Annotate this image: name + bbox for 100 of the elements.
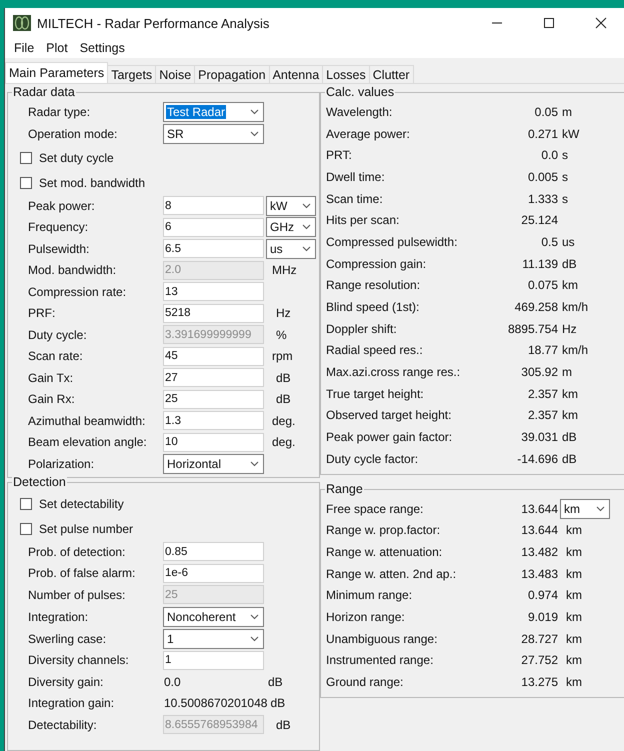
dropdown[interactable]: Test Radar xyxy=(163,102,264,122)
value-label: Dwell time: xyxy=(326,170,386,184)
value-label: Ground range: xyxy=(326,675,404,690)
unit-label: s xyxy=(561,192,568,206)
value-text: 13.644 xyxy=(520,523,558,538)
value-text: 18.77 xyxy=(526,343,558,358)
input-field[interactable]: 45 xyxy=(163,346,264,366)
menu-item[interactable]: Settings xyxy=(74,41,130,55)
input-field[interactable]: 1.3 xyxy=(163,411,264,430)
unit-dropdown[interactable]: kW xyxy=(266,196,316,216)
unit-label: dB xyxy=(270,696,286,710)
unit-label: km xyxy=(565,632,582,646)
dropdown[interactable]: Noncoherent xyxy=(163,606,264,626)
value-text: 0.005 xyxy=(526,170,558,184)
field-label: Polarization: xyxy=(28,457,96,471)
value-label: Average power: xyxy=(326,126,411,141)
field-label: Integration: xyxy=(28,610,90,624)
menu-item[interactable]: Plot xyxy=(41,41,73,55)
unit-label: km xyxy=(565,523,582,538)
checkbox[interactable] xyxy=(20,152,32,164)
tab[interactable]: Clutter xyxy=(368,65,414,83)
tab[interactable]: Propagation xyxy=(194,65,270,83)
unit-label: km xyxy=(565,544,582,559)
value-text: 0.05 xyxy=(534,104,558,119)
input-field[interactable]: 1e-6 xyxy=(163,564,264,583)
maximize-icon xyxy=(543,17,555,29)
input-field[interactable]: 13 xyxy=(163,282,264,302)
chevron-down-icon xyxy=(250,109,259,115)
unit-label: km/h xyxy=(561,343,588,358)
value-label: Hits per scan: xyxy=(326,213,400,228)
checkbox[interactable] xyxy=(20,176,32,188)
unit-label: km xyxy=(565,675,582,690)
field-label: Radar type: xyxy=(28,105,92,119)
chevron-down-icon xyxy=(596,506,605,512)
unit-text: km xyxy=(563,502,581,516)
unit-label: s xyxy=(561,170,568,184)
dropdown[interactable]: 1 xyxy=(163,628,264,648)
value-text: 2.357 xyxy=(526,386,558,401)
field-label: Azimuthal beamwidth: xyxy=(28,414,146,428)
value-label: Scan time: xyxy=(326,192,384,206)
unit-label: dB xyxy=(275,370,291,385)
unit-text: kW xyxy=(269,198,288,213)
field-label: Scan rate: xyxy=(28,349,84,364)
field-label: Mod. bandwidth: xyxy=(28,263,118,278)
value-text: 28.727 xyxy=(520,632,558,646)
checkbox[interactable] xyxy=(20,522,32,534)
value-text: 27.752 xyxy=(520,653,558,668)
unit-label: m xyxy=(561,365,572,380)
unit-label: s xyxy=(561,148,568,162)
value-label: Unambiguous range: xyxy=(326,632,438,646)
close-icon xyxy=(595,17,607,29)
input-field[interactable]: 5218 xyxy=(163,304,264,323)
input-field[interactable]: 27 xyxy=(163,368,264,388)
input-field[interactable]: 6.5 xyxy=(163,239,264,258)
value-label: Range w. atten. 2nd ap.: xyxy=(326,566,458,581)
dropdown[interactable]: SR xyxy=(163,124,264,144)
input-field[interactable]: 8 xyxy=(163,196,264,216)
value-text: 13.275 xyxy=(520,675,558,690)
field-label: Swerling case: xyxy=(28,632,108,646)
unit-label: dB xyxy=(561,430,577,444)
unit-label: dB xyxy=(561,256,577,271)
input-field[interactable]: 10 xyxy=(163,432,264,452)
unit-label: deg. xyxy=(271,414,296,428)
value-text: 9.019 xyxy=(526,610,558,624)
value-text: 13.482 xyxy=(520,544,558,559)
value-label: Duty cycle factor: xyxy=(326,452,420,466)
value-text: 2.357 xyxy=(526,408,558,422)
unit-dropdown[interactable]: us xyxy=(266,238,316,259)
value-text: 1.333 xyxy=(526,192,558,206)
unit-label: km xyxy=(561,408,578,422)
field-label: PRF: xyxy=(28,306,56,320)
unit-dropdown[interactable]: GHz xyxy=(266,217,316,238)
group-title: Radar data xyxy=(12,85,76,99)
value-text: 0.0 xyxy=(164,674,182,689)
checkbox-label: Set duty cycle xyxy=(39,150,114,164)
input-field[interactable]: 25 xyxy=(163,390,264,409)
value-label: Radial speed res.: xyxy=(326,343,424,358)
value-label: Peak power gain factor: xyxy=(326,430,454,444)
unit-dropdown[interactable]: km xyxy=(560,498,610,519)
value-label: Instrumented range: xyxy=(326,653,434,668)
input-field[interactable]: 0.85 xyxy=(163,542,264,562)
unit-label: km xyxy=(561,278,578,292)
value-label: Range resolution: xyxy=(326,278,422,292)
dropdown[interactable]: Horizontal xyxy=(163,454,264,474)
value-text: 13.483 xyxy=(520,566,558,581)
input-field[interactable]: 6 xyxy=(163,218,264,237)
menu-item[interactable]: File xyxy=(9,41,40,55)
field-label: Pulsewidth: xyxy=(28,242,90,256)
value-label: Free space range: xyxy=(326,502,424,516)
value-text: 0.075 xyxy=(526,278,558,292)
tab[interactable]: Targets xyxy=(107,65,156,83)
app-logo-icon xyxy=(13,15,31,31)
unit-label: km xyxy=(565,588,582,602)
input-field[interactable]: 1 xyxy=(163,650,264,670)
value-text: -14.696 xyxy=(516,452,558,466)
checkbox-label: Set detectability xyxy=(39,496,124,510)
field-label: Duty cycle: xyxy=(28,328,88,342)
tab[interactable]: Main Parameters xyxy=(5,62,108,83)
checkbox[interactable] xyxy=(20,498,32,510)
window-title: MILTECH - Radar Performance Analysis xyxy=(37,16,270,30)
